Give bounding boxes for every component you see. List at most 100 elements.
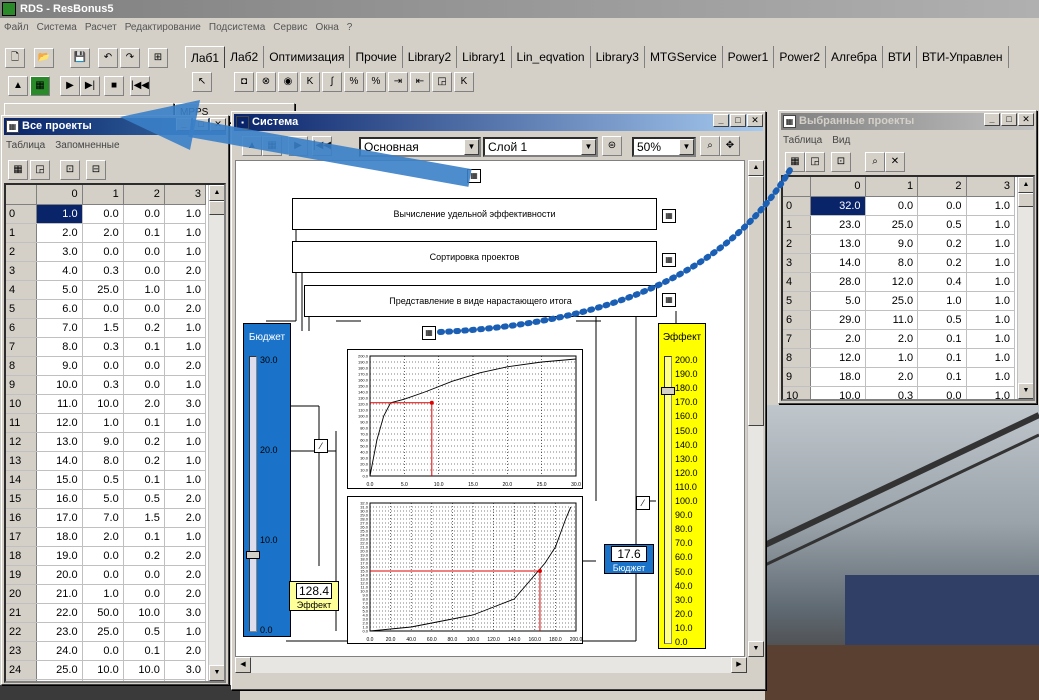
menu-item[interactable]: Система [37, 22, 77, 38]
scroll-thumb[interactable] [1018, 193, 1033, 207]
open-file-button[interactable]: 📂 [34, 48, 54, 68]
system-hscroll[interactable]: ◀ ▶ [235, 657, 747, 673]
table-cell[interactable]: 1.0 [966, 272, 1016, 292]
table-cell[interactable]: 5.0 [810, 291, 866, 311]
table-cell[interactable]: 1.0 [164, 622, 207, 642]
row-header[interactable]: 13 [6, 451, 38, 471]
table-row[interactable]: 4 5.0 25.0 1.0 1.0 [6, 280, 207, 300]
palette-tab[interactable]: Power1 [723, 46, 775, 68]
palette-block-10[interactable]: ◲ [432, 72, 452, 92]
table-cell[interactable]: 6.0 [36, 299, 83, 319]
table-cell[interactable]: 0.0 [123, 261, 165, 281]
palette-tab[interactable]: Library1 [457, 46, 512, 68]
close-button[interactable]: ✕ [1018, 113, 1034, 126]
table-row[interactable]: 11 12.0 1.0 0.1 1.0 [6, 413, 207, 433]
system-vscroll[interactable]: ▲ ▼ [747, 160, 764, 657]
table-cell[interactable]: 1.0 [164, 413, 207, 433]
menu-item[interactable]: Сервис [273, 22, 307, 38]
new-file-button[interactable]: 🗋 [5, 48, 25, 68]
table-cell[interactable]: 1.0 [164, 204, 207, 224]
table-row[interactable]: 3 14.0 8.0 0.2 1.0 [783, 253, 1016, 273]
palette-block-6[interactable]: % [344, 72, 364, 92]
table-cell[interactable]: 18.0 [810, 367, 866, 387]
table-cell[interactable]: 26.0 [36, 679, 83, 681]
row-header[interactable]: 8 [6, 356, 38, 376]
palette-tab[interactable]: Алгебра [826, 46, 883, 68]
scroll-down-arrow[interactable]: ▼ [748, 641, 764, 657]
row-header[interactable]: 16 [6, 508, 38, 528]
table-cell[interactable]: 0.2 [123, 546, 165, 566]
table-cell[interactable]: 0.0 [82, 641, 124, 661]
table-cell[interactable]: 1.0 [966, 329, 1016, 349]
minimize-button[interactable]: _ [176, 118, 192, 131]
calc-mode-button[interactable]: ▦ [262, 136, 282, 156]
minimize-button[interactable]: _ [984, 113, 1000, 126]
table-row[interactable]: 17 18.0 2.0 0.1 1.0 [6, 527, 207, 547]
table-cell[interactable]: 9.0 [36, 356, 83, 376]
sublayer-select[interactable]: Слой 1 ▼ [483, 137, 598, 157]
step-button[interactable]: ▶| [80, 76, 100, 96]
table-cell[interactable]: 0.0 [82, 299, 124, 319]
table-cell[interactable]: 0.3 [82, 375, 124, 395]
table-row[interactable]: 14 15.0 0.5 0.1 1.0 [6, 470, 207, 490]
row-header[interactable]: 2 [6, 242, 38, 262]
menu-item[interactable]: Таблица [783, 135, 822, 146]
row-header[interactable]: 24 [6, 660, 38, 680]
pointer-tool[interactable]: ↖ [192, 72, 212, 92]
table-cell[interactable]: 0.2 [917, 253, 967, 273]
row-header[interactable]: 1 [6, 223, 38, 243]
row-header[interactable]: 0 [6, 204, 38, 224]
column-header[interactable]: 0 [810, 177, 866, 197]
table-cell[interactable]: 1.5 [82, 318, 124, 338]
row-header[interactable]: 15 [6, 489, 38, 509]
column-header[interactable]: 2 [917, 177, 967, 197]
table-row[interactable]: 18 19.0 0.0 0.2 2.0 [6, 546, 207, 566]
table-cell[interactable]: 0.0 [123, 584, 165, 604]
table-cell[interactable]: 1.0 [164, 242, 207, 262]
maximize-button[interactable]: □ [193, 118, 209, 131]
table-cell[interactable]: 13.0 [36, 432, 83, 452]
table-cell[interactable]: 1.0 [164, 280, 207, 300]
table-cell[interactable]: 1.0 [865, 348, 919, 368]
table-cell[interactable]: 1.0 [164, 318, 207, 338]
table-cell[interactable]: 1.0 [164, 470, 207, 490]
palette-tab[interactable]: Лаб2 [225, 46, 265, 68]
palette-block-2[interactable]: ⊗ [256, 72, 276, 92]
palette-block-8[interactable]: ⇥ [388, 72, 408, 92]
system-canvas[interactable]: Вычисление удельной эффективности Сортир… [235, 160, 745, 657]
table-row[interactable]: 19 20.0 0.0 0.0 2.0 [6, 565, 207, 585]
table-cell[interactable]: 0.0 [917, 386, 967, 399]
table-cell[interactable]: 0.3 [865, 386, 919, 399]
table-cell[interactable]: 0.1 [123, 413, 165, 433]
scroll-down-arrow[interactable]: ▼ [209, 665, 224, 681]
palette-tab[interactable]: Лаб1 [185, 46, 226, 68]
save-button[interactable]: 💾 [70, 48, 90, 68]
table-cell[interactable]: 1.0 [966, 291, 1016, 311]
table-cell[interactable]: 1.0 [966, 348, 1016, 368]
row-header[interactable]: 7 [783, 329, 811, 349]
chevron-down-icon[interactable]: ▼ [581, 139, 596, 155]
table-cell[interactable]: 0.0 [917, 196, 967, 216]
palette-tab[interactable]: Power2 [774, 46, 826, 68]
table-cell[interactable]: 8.0 [865, 253, 919, 273]
table-cell[interactable]: 0.1 [123, 527, 165, 547]
table-cell[interactable]: 1.0 [164, 527, 207, 547]
row-header[interactable]: 3 [6, 261, 38, 281]
table-cell[interactable]: 0.2 [123, 318, 165, 338]
table-cell[interactable]: 2.0 [82, 527, 124, 547]
chart-view-button[interactable]: ◲ [30, 160, 50, 180]
effect-slider-track[interactable] [664, 356, 672, 644]
table-cell[interactable]: 10.0 [810, 386, 866, 399]
menu-item[interactable]: Окна [316, 22, 339, 38]
table-cell[interactable]: 0.0 [123, 375, 165, 395]
table-cell[interactable]: 3.0 [164, 603, 207, 623]
table-cell[interactable]: 0.5 [82, 470, 124, 490]
table-cell[interactable]: 18.0 [36, 527, 83, 547]
table-cell[interactable]: 12.0 [810, 348, 866, 368]
layers-button[interactable]: ⊜ [602, 136, 622, 156]
row-header[interactable]: 10 [6, 394, 38, 414]
column-header[interactable]: 1 [865, 177, 919, 197]
column-header[interactable]: 1 [82, 185, 124, 205]
grid-view-button[interactable]: ▦ [8, 160, 28, 180]
table-cell[interactable]: 0.0 [123, 299, 165, 319]
